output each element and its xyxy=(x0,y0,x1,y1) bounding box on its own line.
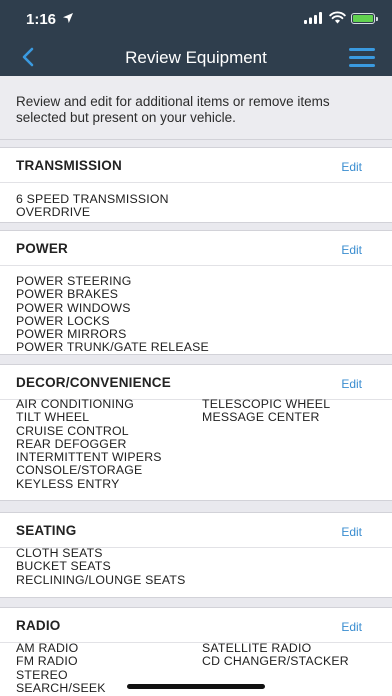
list-item: CRUISE CONTROL xyxy=(16,423,129,438)
list-item: BUCKET SEATS xyxy=(16,559,111,574)
edit-transmission-button[interactable]: Edit xyxy=(341,160,362,174)
wifi-icon xyxy=(329,11,346,24)
section-seating: SEATING Edit CLOTH SEATS BUCKET SEATS RE… xyxy=(0,512,392,598)
list-item: REAR DEFOGGER xyxy=(16,436,127,451)
list-item: RECLINING/LOUNGE SEATS xyxy=(16,572,186,587)
status-time: 1:16 xyxy=(26,11,57,28)
list-item: STEREO xyxy=(16,667,68,682)
item-list-right: SATELLITE RADIO CD CHANGER/STACKER xyxy=(202,641,349,669)
section-power: POWER Edit POWER STEERING POWER BRAKES P… xyxy=(0,230,392,355)
item-list: CLOTH SEATS BUCKET SEATS RECLINING/LOUNG… xyxy=(16,546,186,587)
item-list-left: AM RADIO FM RADIO STEREO SEARCH/SEEK xyxy=(16,641,106,695)
list-item: POWER WINDOWS xyxy=(16,300,131,315)
item-list: 6 SPEED TRANSMISSION OVERDRIVE xyxy=(16,192,169,220)
list-item: CONSOLE/STORAGE xyxy=(16,463,143,478)
list-item: OVERDRIVE xyxy=(16,205,91,220)
navigation-bar: Review Equipment xyxy=(0,38,392,76)
list-item: AM RADIO xyxy=(16,641,79,655)
list-item: TILT WHEEL xyxy=(16,410,90,425)
list-item: MESSAGE CENTER xyxy=(202,410,320,425)
section-header: SEATING Edit xyxy=(0,513,392,548)
item-list: POWER STEERING POWER BRAKES POWER WINDOW… xyxy=(16,274,209,355)
list-item: SATELLITE RADIO xyxy=(202,641,312,655)
item-list-right: TELESCOPIC WHEEL MESSAGE CENTER xyxy=(202,397,331,425)
section-title: POWER xyxy=(16,241,69,256)
list-item: POWER STEERING xyxy=(16,274,132,288)
section-decor-convenience: DECOR/CONVENIENCE Edit AIR CONDITIONING … xyxy=(0,364,392,501)
list-item: FM RADIO xyxy=(16,654,78,669)
section-radio: RADIO Edit AM RADIO FM RADIO STEREO SEAR… xyxy=(0,607,392,696)
section-title: SEATING xyxy=(16,523,77,538)
list-item: 6 SPEED TRANSMISSION xyxy=(16,192,169,206)
list-item: POWER TRUNK/GATE RELEASE xyxy=(16,340,209,355)
intro-text: Review and edit for additional items or … xyxy=(16,94,330,125)
section-transmission: TRANSMISSION Edit 6 SPEED TRANSMISSION O… xyxy=(0,147,392,223)
status-bar: 1:16 xyxy=(0,0,392,38)
edit-power-button[interactable]: Edit xyxy=(341,243,362,257)
section-header: TRANSMISSION Edit xyxy=(0,148,392,183)
list-item: AIR CONDITIONING xyxy=(16,397,134,411)
list-item: KEYLESS ENTRY xyxy=(16,476,120,491)
section-title: DECOR/CONVENIENCE xyxy=(16,375,171,390)
home-indicator[interactable] xyxy=(127,684,265,689)
edit-radio-button[interactable]: Edit xyxy=(341,620,362,634)
hamburger-menu-icon[interactable] xyxy=(349,48,375,68)
cellular-signal-icon xyxy=(304,12,322,24)
list-item: POWER BRAKES xyxy=(16,287,119,302)
list-item: CD CHANGER/STACKER xyxy=(202,654,349,669)
list-item: TELESCOPIC WHEEL xyxy=(202,397,331,411)
location-arrow-icon xyxy=(63,13,73,23)
list-item: SEARCH/SEEK xyxy=(16,680,106,695)
list-item: CLOTH SEATS xyxy=(16,546,103,560)
list-item: INTERMITTENT WIPERS xyxy=(16,450,162,465)
battery-icon xyxy=(351,13,378,24)
section-header: DECOR/CONVENIENCE Edit xyxy=(0,365,392,400)
edit-decor-convenience-button[interactable]: Edit xyxy=(341,377,362,391)
edit-seating-button[interactable]: Edit xyxy=(341,525,362,539)
intro-banner: Review and edit for additional items or … xyxy=(0,76,392,140)
page-title: Review Equipment xyxy=(125,48,267,67)
section-title: TRANSMISSION xyxy=(16,158,122,173)
section-header: POWER Edit xyxy=(0,231,392,266)
section-header: RADIO Edit xyxy=(0,608,392,643)
list-item: POWER MIRRORS xyxy=(16,327,127,342)
section-title: RADIO xyxy=(16,618,61,633)
list-item: POWER LOCKS xyxy=(16,313,110,328)
item-list-left: AIR CONDITIONING TILT WHEEL CRUISE CONTR… xyxy=(16,397,162,491)
